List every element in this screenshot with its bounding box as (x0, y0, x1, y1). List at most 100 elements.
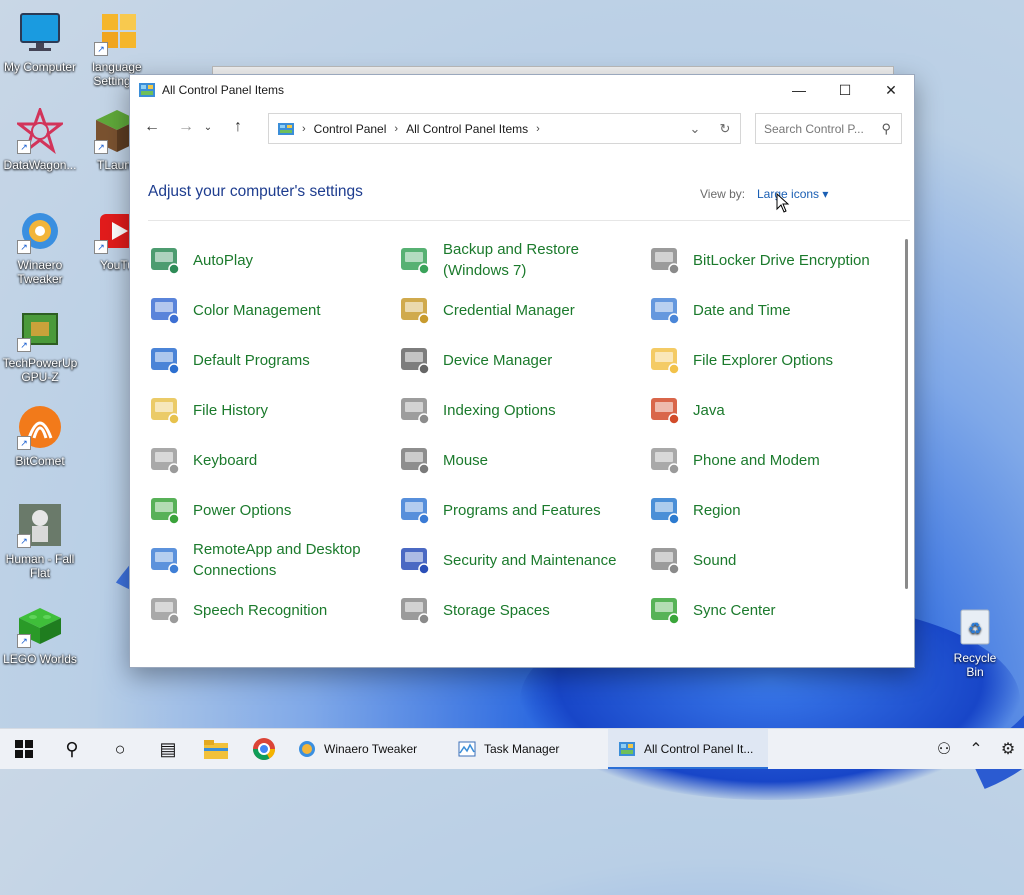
bitlocker-icon (651, 248, 680, 275)
close-button[interactable]: ✕ (868, 75, 914, 105)
control-panel-item-power-options[interactable]: Power Options (148, 485, 398, 535)
search-placeholder: Search Control P... (764, 121, 864, 136)
address-bar[interactable]: › Control Panel › All Control Panel Item… (268, 113, 741, 144)
control-panel-item-device-manager[interactable]: Device Manager (398, 335, 648, 385)
credential-manager-icon (401, 298, 430, 325)
address-dropdown-icon[interactable]: ⌄ (680, 121, 710, 137)
desktop-icon-label: Recycle Bin (953, 651, 997, 679)
arrow-up-icon: ↑ (234, 118, 242, 135)
desktop-icon-label: DataWagon... (3, 158, 77, 172)
desktop-icon-datawagon[interactable]: ↗ DataWagon... (0, 105, 80, 172)
chevron-right-icon: › (302, 122, 306, 135)
control-panel-item-file-explorer-options[interactable]: File Explorer Options (648, 335, 898, 385)
taskbar-app-control-panel[interactable]: All Control Panel It... (608, 729, 768, 769)
programs-features-icon (401, 498, 430, 525)
java-icon (651, 398, 680, 425)
gpu-z-icon: ↗ (17, 306, 63, 352)
control-panel-item-speech-recognition[interactable]: Speech Recognition (148, 585, 398, 635)
control-panel-item-sync-center[interactable]: Sync Center (648, 585, 898, 635)
control-panel-item-label: Power Options (193, 501, 292, 519)
control-panel-item-autoplay[interactable]: AutoPlay (148, 235, 398, 285)
taskbar-app-task-manager[interactable]: Task Manager (448, 729, 608, 769)
control-panel-item-region[interactable]: Region (648, 485, 898, 535)
title-bar[interactable]: All Control Panel Items — ☐ ✕ (130, 75, 914, 105)
power-options-icon (151, 498, 180, 525)
refresh-icon[interactable]: ↻ (710, 121, 740, 137)
control-panel-item-programs-features[interactable]: Programs and Features (398, 485, 648, 535)
forward-button[interactable]: → (172, 113, 200, 141)
breadcrumb-control-panel[interactable]: Control Panel (314, 122, 387, 136)
sound-icon (651, 548, 680, 575)
datawagon-icon: ↗ (14, 105, 66, 155)
control-panel-item-keyboard[interactable]: Keyboard (148, 435, 398, 485)
control-panel-item-label: Indexing Options (443, 401, 556, 419)
control-panel-item-label: File History (193, 401, 269, 419)
desktop-icon-lego-worlds[interactable]: ↗ LEGO Worlds (0, 602, 80, 666)
windows-logo-icon (15, 740, 33, 758)
vertical-scrollbar[interactable] (905, 239, 908, 589)
control-panel-item-color-management[interactable]: Color Management (148, 285, 398, 335)
control-panel-icon (139, 83, 155, 97)
desktop-icon-human-fall-flat[interactable]: ↗ Human - Fall Flat (0, 502, 80, 580)
file-explorer-button[interactable] (192, 729, 240, 769)
back-button[interactable]: ← (138, 113, 166, 141)
desktop-icon-bitcomet[interactable]: ↗ BitComet (0, 404, 80, 468)
chevron-right-icon[interactable]: › (536, 123, 540, 135)
color-management-icon (151, 298, 180, 325)
remoteapp-icon (151, 548, 180, 575)
start-button[interactable] (0, 729, 48, 769)
recent-locations-button[interactable]: ⌄ (200, 113, 216, 141)
device-manager-icon (401, 348, 430, 375)
maximize-button[interactable]: ☐ (822, 75, 868, 105)
taskbar-app-winaero-tweaker[interactable]: Winaero Tweaker (288, 729, 448, 769)
mouse-cursor-icon (776, 193, 790, 213)
storage-spaces-icon (401, 598, 430, 625)
control-panel-item-label: Backup and Restore (Windows 7) (443, 241, 579, 279)
desktop-icon-recycle-bin[interactable]: ♻ Recycle Bin (944, 602, 1006, 679)
control-panel-item-sound[interactable]: Sound (648, 535, 898, 585)
view-by-dropdown[interactable]: Large icons ▾ (757, 187, 828, 201)
up-button[interactable]: ↑ (224, 113, 252, 141)
control-panel-item-label: Keyboard (193, 451, 258, 469)
autoplay-icon (151, 248, 180, 275)
chrome-button[interactable] (240, 729, 288, 769)
chevron-up-icon[interactable]: ⌃ (960, 739, 992, 759)
shortcut-arrow-icon: ↗ (94, 140, 108, 154)
desktop-icon-my-computer[interactable]: My Computer (0, 10, 80, 74)
search-icon: ⚲ (881, 121, 891, 136)
gear-icon[interactable]: ⚙ (992, 739, 1024, 759)
control-panel-item-storage-spaces[interactable]: Storage Spaces (398, 585, 648, 635)
search-button[interactable]: ⚲ (48, 729, 96, 769)
bitcomet-icon: ↗ (17, 404, 63, 450)
speech-recognition-icon (151, 598, 180, 625)
control-panel-item-credential-manager[interactable]: Credential Manager (398, 285, 648, 335)
date-time-icon (651, 298, 680, 325)
control-panel-item-mouse[interactable]: Mouse (398, 435, 648, 485)
task-view-button[interactable]: ▤ (144, 729, 192, 769)
desktop-icon-winaero-tweaker[interactable]: ↗ Winaero Tweaker (0, 208, 80, 286)
control-panel-item-label: Device Manager (443, 351, 553, 369)
search-input[interactable]: Search Control P... ⚲ (755, 113, 902, 144)
control-panel-item-label: Color Management (193, 301, 321, 319)
breadcrumb-all-items[interactable]: All Control Panel Items (406, 122, 528, 136)
control-panel-icon (619, 742, 635, 756)
minimize-button[interactable]: — (776, 75, 822, 105)
arrow-left-icon: ← (144, 118, 160, 135)
human-fall-flat-icon: ↗ (17, 502, 63, 548)
people-icon[interactable]: ⚇ (928, 739, 960, 759)
control-panel-item-bitlocker[interactable]: BitLocker Drive Encryption (648, 235, 898, 285)
control-panel-item-indexing-options[interactable]: Indexing Options (398, 385, 648, 435)
desktop-icon-gpu-z[interactable]: ↗ TechPowerUp GPU-Z (0, 306, 80, 384)
shortcut-arrow-icon: ↗ (17, 140, 31, 154)
control-panel-item-phone-modem[interactable]: Phone and Modem (648, 435, 898, 485)
control-panel-item-label: BitLocker Drive Encryption (693, 251, 870, 269)
control-panel-item-remoteapp[interactable]: RemoteApp and Desktop Connections (148, 535, 398, 585)
control-panel-item-backup[interactable]: Backup and Restore (Windows 7) (398, 235, 648, 285)
cortana-button[interactable]: ○ (96, 729, 144, 769)
control-panel-item-file-history[interactable]: File History (148, 385, 398, 435)
control-panel-item-security-maintenance[interactable]: Security and Maintenance (398, 535, 648, 585)
control-panel-item-date-time[interactable]: Date and Time (648, 285, 898, 335)
control-panel-item-java[interactable]: Java (648, 385, 898, 435)
control-panel-item-label: Default Programs (193, 351, 310, 369)
control-panel-item-default-programs[interactable]: Default Programs (148, 335, 398, 385)
